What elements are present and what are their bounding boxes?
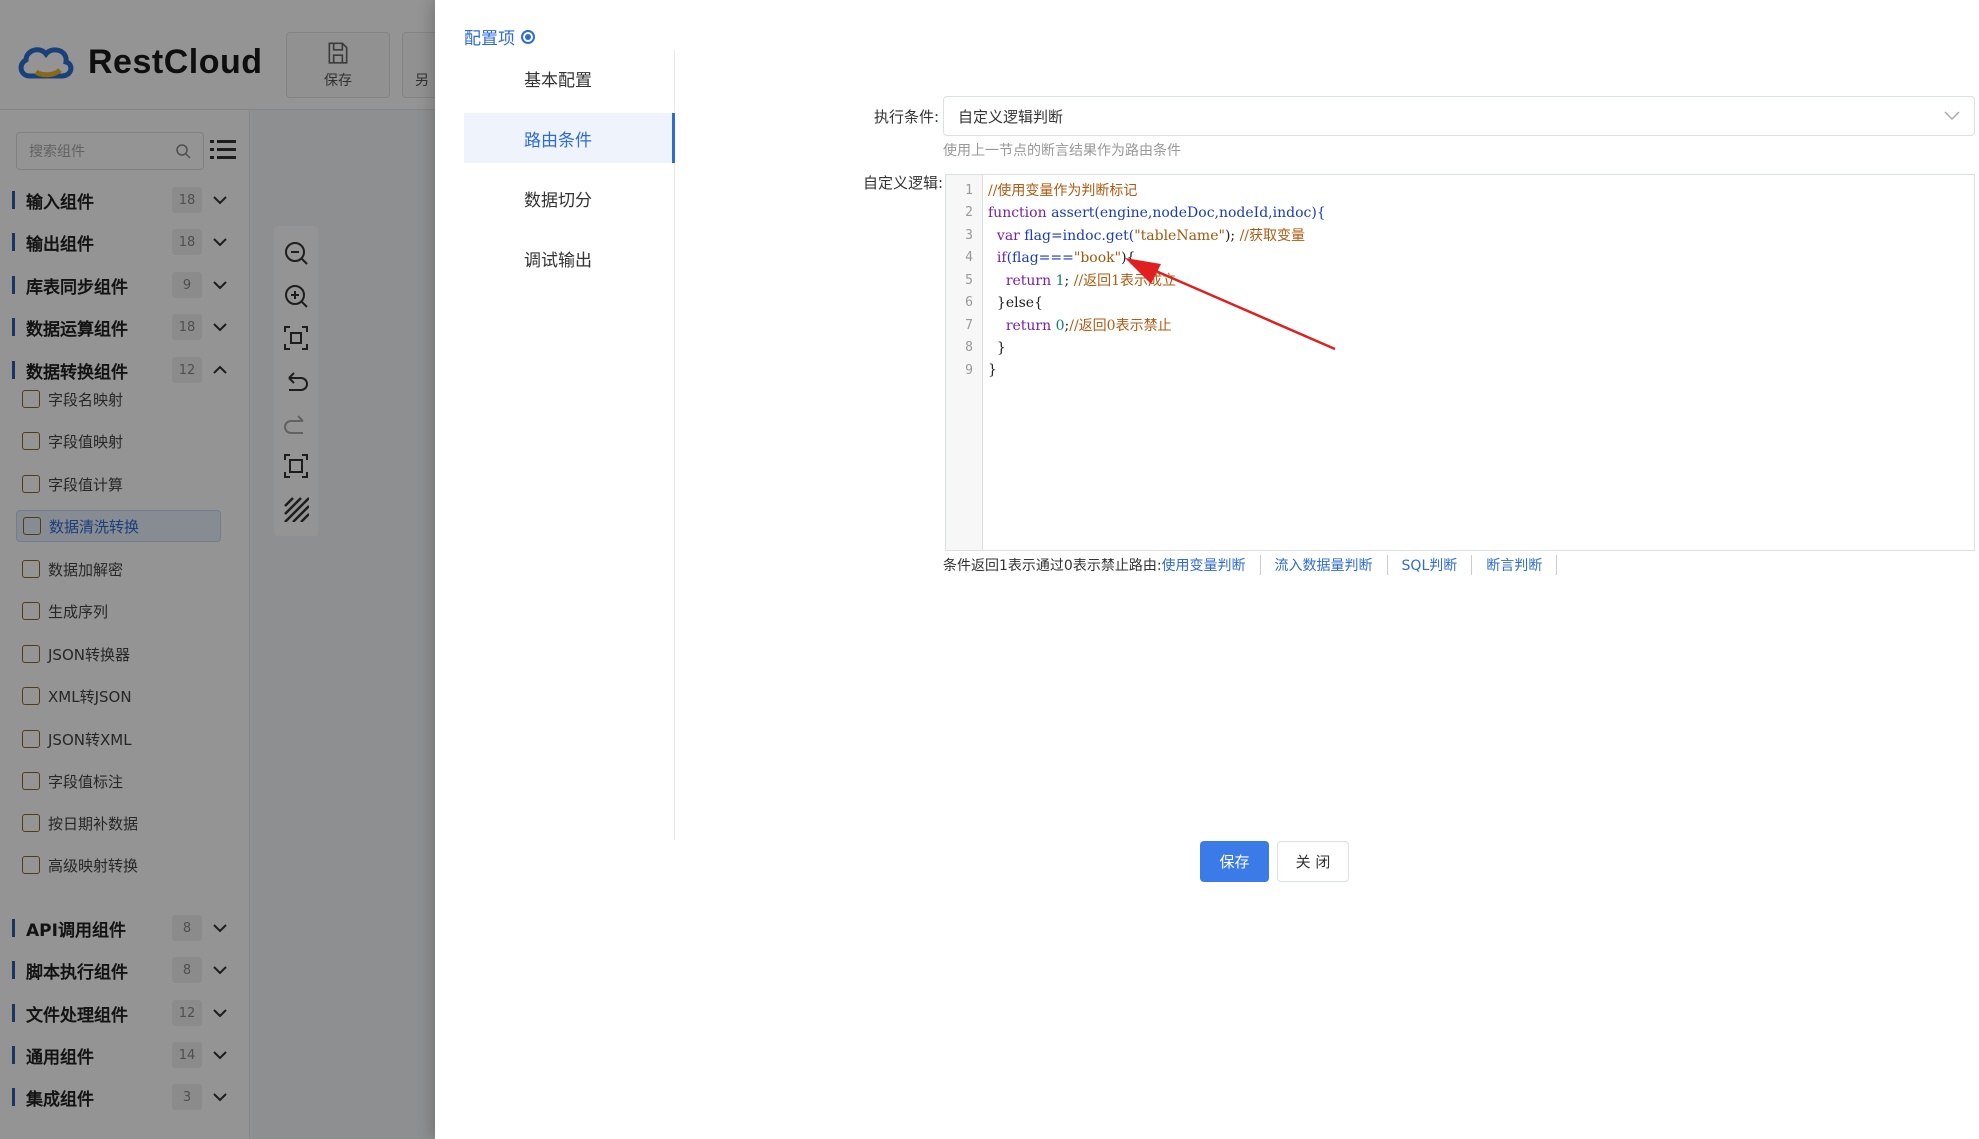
logic-label: 自定义逻辑: xyxy=(862,174,943,192)
modal-overlay[interactable] xyxy=(0,0,435,1139)
link-assert-judge[interactable]: 断言判断 xyxy=(1472,555,1558,575)
condition-select-value: 自定义逻辑判断 xyxy=(958,107,1064,126)
tab-debug-output[interactable]: 调试输出 xyxy=(464,233,675,283)
code-text: ; xyxy=(1064,273,1074,290)
tab-basic-config[interactable]: 基本配置 xyxy=(464,53,675,103)
code-line: 8 } xyxy=(946,337,1974,360)
code-line: 5 return 1; //返回1表示成立 xyxy=(946,269,1974,292)
code-keyword: var xyxy=(996,228,1020,245)
code-text: } xyxy=(988,362,997,379)
link-data-volume-judge[interactable]: 流入数据量判断 xyxy=(1261,555,1388,575)
code-line: 7 return 0;//返回0表示禁止 xyxy=(946,314,1974,337)
code-comment: //使用变量作为判断标记 xyxy=(988,183,1138,200)
line-number: 3 xyxy=(965,227,973,243)
save-button[interactable]: 保存 xyxy=(1200,841,1269,882)
code-line: 6 }else{ xyxy=(946,292,1974,315)
tab-route-condition[interactable]: 路由条件 xyxy=(464,113,675,163)
code-text: flag=indoc.get( xyxy=(1019,228,1135,245)
code-text: ){ xyxy=(1121,249,1136,266)
code-args: (engine,nodeDoc,nodeId,indoc){ xyxy=(1094,204,1326,221)
line-number: 9 xyxy=(965,362,973,378)
condition-label: 执行条件: xyxy=(873,108,939,126)
code-comment: //获取变量 xyxy=(1239,228,1306,245)
line-number: 7 xyxy=(965,317,973,333)
code-number: 1 xyxy=(1055,273,1065,290)
code-line: 1 //使用变量作为判断标记 xyxy=(946,179,1974,202)
code-line: 4 if(flag==="book"){ xyxy=(946,247,1974,270)
code-line: 3 var flag=indoc.get("tableName"); //获取变… xyxy=(946,224,1974,247)
target-icon xyxy=(521,29,535,44)
code-keyword: return xyxy=(1005,273,1052,290)
tab-data-split[interactable]: 数据切分 xyxy=(464,173,675,223)
code-string: "tableName" xyxy=(1134,228,1225,245)
close-button[interactable]: 关 闭 xyxy=(1277,841,1349,882)
code-text: (flag=== xyxy=(1006,249,1074,266)
code-function-name: assert xyxy=(1051,204,1095,221)
code-keyword: if xyxy=(996,249,1007,266)
code-text: ); xyxy=(1224,228,1240,245)
code-comment: //返回1表示成立 xyxy=(1073,273,1177,290)
line-number: 2 xyxy=(965,205,973,221)
link-sql-judge[interactable]: SQL判断 xyxy=(1388,555,1473,575)
condition-select[interactable]: 自定义逻辑判断 xyxy=(943,96,1975,136)
drawer-title: 配置项 xyxy=(464,24,535,49)
line-number: 8 xyxy=(965,340,973,356)
line-number: 4 xyxy=(965,250,973,266)
condition-hint: 使用上一节点的断言结果作为路由条件 xyxy=(943,143,1181,159)
code-text: } xyxy=(996,339,1006,356)
chevron-down-icon xyxy=(1944,111,1960,121)
code-number: 0 xyxy=(1055,318,1065,335)
code-keyword: return xyxy=(1005,318,1052,335)
line-number: 5 xyxy=(965,272,973,288)
line-number: 1 xyxy=(965,182,973,198)
config-drawer: 配置项 基本配置 路由条件 数据切分 调试输出 执行条件: 自定义逻辑判断 使用… xyxy=(435,0,1979,1139)
link-variable-judge[interactable]: 使用变量判断 xyxy=(1162,555,1261,575)
code-keyword: function xyxy=(988,204,1047,221)
rule-help: 条件返回1表示通过0表示禁止路由: 使用变量判断 流入数据量判断 SQL判断 断… xyxy=(943,555,1558,575)
code-string: "book" xyxy=(1073,249,1122,266)
code-line: 9} xyxy=(946,359,1974,382)
drawer-title-text: 配置项 xyxy=(464,29,515,49)
code-comment: //返回0表示禁止 xyxy=(1069,318,1172,335)
line-number: 6 xyxy=(965,295,973,311)
code-editor[interactable]: 1 //使用变量作为判断标记 2 function assert(engine,no… xyxy=(945,174,1975,551)
rule-help-text: 条件返回1表示通过0表示禁止路由: xyxy=(943,558,1162,574)
config-tabs: 基本配置 路由条件 数据切分 调试输出 xyxy=(464,50,675,840)
code-text: }else{ xyxy=(996,294,1043,311)
code-line: 2 function assert(engine,nodeDoc,nodeId,i… xyxy=(946,202,1974,225)
